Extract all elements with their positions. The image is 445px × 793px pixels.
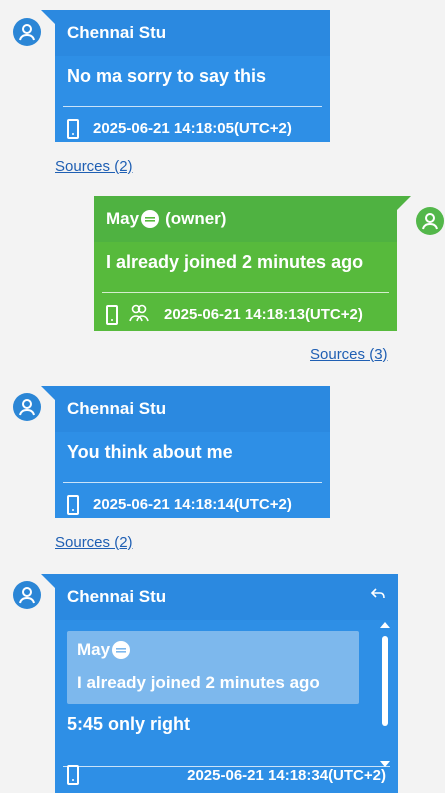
phone-icon (106, 304, 118, 325)
message-footer: 2025-06-21 14:18:34(UTC+2) (55, 760, 398, 790)
bubble-tail (397, 196, 411, 210)
message-bubble[interactable]: May (owner) I already joined 2 minutes a… (94, 196, 397, 331)
message-bubble[interactable]: Chennai Stu You think about me 2025-06-2… (55, 386, 330, 518)
timestamp: 2025-06-21 14:18:05(UTC+2) (93, 120, 292, 137)
message-text: No ma sorry to say this (67, 65, 267, 86)
sender-name-row: May (owner) (94, 196, 397, 242)
sender-name: Chennai Stu (55, 574, 398, 620)
message-text: You think about me (67, 441, 233, 462)
sources-link[interactable]: Sources (2) (55, 158, 133, 175)
sources-link[interactable]: Sources (2) (55, 534, 133, 551)
quoted-message[interactable]: May I already joined 2 minutes ago (67, 631, 359, 704)
sender-name: Chennai Stu (55, 10, 330, 56)
phone-icon (67, 494, 79, 515)
owner-label: (owner) (165, 209, 227, 228)
timestamp: 2025-06-21 14:18:13(UTC+2) (164, 306, 363, 323)
owner-badge-icon (112, 641, 131, 659)
quoted-sender: May (77, 640, 111, 659)
timestamp: 2025-06-21 14:18:14(UTC+2) (93, 496, 292, 513)
message-scrollbar[interactable] (380, 622, 390, 767)
group-icon (128, 303, 150, 327)
reply-icon[interactable] (370, 586, 386, 602)
user-avatar-icon (13, 581, 41, 609)
user-avatar-icon (416, 207, 444, 235)
sender-name: Chennai Stu (55, 386, 330, 432)
scroll-up-icon[interactable] (380, 622, 390, 628)
phone-icon (67, 118, 79, 139)
message-footer: 2025-06-21 14:18:13(UTC+2) (94, 293, 397, 336)
sources-link[interactable]: Sources (3) (310, 346, 388, 363)
quoted-sender-row: May (67, 631, 359, 661)
scroll-thumb[interactable] (382, 636, 388, 726)
phone-icon (67, 765, 79, 785)
bubble-tail (41, 10, 55, 24)
message-bubble[interactable]: Chennai Stu No ma sorry to say this 2025… (55, 10, 330, 142)
bubble-tail (41, 574, 55, 588)
message-bubble[interactable]: Chennai Stu May I already joined 2 minut… (55, 574, 398, 793)
bubble-tail (41, 386, 55, 400)
chat-canvas: Chennai Stu No ma sorry to say this 2025… (0, 0, 445, 793)
quoted-text: I already joined 2 minutes ago (77, 673, 320, 692)
user-avatar-icon (13, 18, 41, 46)
user-avatar-icon (13, 393, 41, 421)
message-text: I already joined 2 minutes ago (106, 251, 364, 272)
timestamp: 2025-06-21 14:18:34(UTC+2) (187, 766, 386, 784)
message-footer: 2025-06-21 14:18:14(UTC+2) (55, 483, 330, 526)
sender-name: May (106, 209, 140, 228)
owner-badge-icon (141, 210, 160, 228)
message-footer: 2025-06-21 14:18:05(UTC+2) (55, 107, 330, 150)
message-text: 5:45 only right (67, 713, 191, 734)
